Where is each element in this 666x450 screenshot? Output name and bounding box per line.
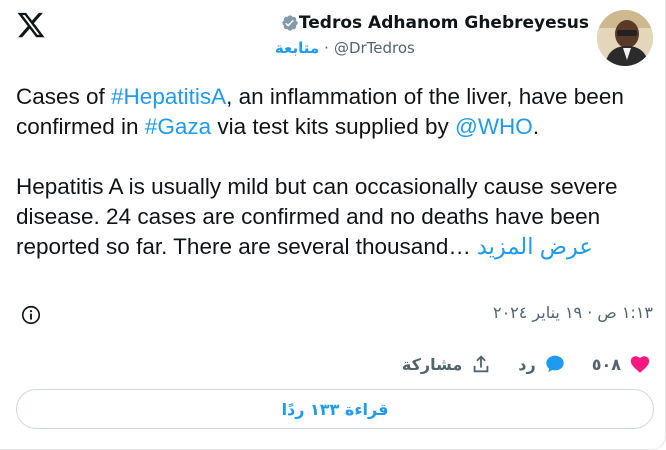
show-more-link[interactable]: عرض المزيد xyxy=(477,234,593,259)
author-info: Tedros Adhanom Ghebreyesus @DrTedros · م… xyxy=(275,10,589,57)
heart-icon xyxy=(630,356,650,373)
tweet-actions: ٥٠٨ رد مشاركة xyxy=(376,350,651,378)
author-display-name[interactable]: Tedros Adhanom Ghebreyesus xyxy=(299,13,589,33)
tweet-card: Tedros Adhanom Ghebreyesus @DrTedros · م… xyxy=(0,0,666,450)
tweet-header: Tedros Adhanom Ghebreyesus @DrTedros · م… xyxy=(275,10,653,68)
tweet-timestamp[interactable]: ١:١٣ ص · ١٩ يناير ٢٠٢٤ xyxy=(493,303,653,322)
tweet-text: Cases of #HepatitisA, an inflammation of… xyxy=(16,82,656,262)
reply-label: رد xyxy=(518,354,536,374)
read-replies-button[interactable]: قراءة ١٣٣ ردًا xyxy=(16,389,654,429)
avatar[interactable] xyxy=(597,10,653,66)
x-logo-icon[interactable] xyxy=(16,10,46,40)
hashtag-hepatitisa-link[interactable]: #HepatitisA xyxy=(111,84,226,109)
meta-separator: · xyxy=(324,39,329,57)
like-button[interactable]: ٥٠٨ xyxy=(592,353,651,375)
reply-button[interactable]: رد xyxy=(518,353,565,375)
hashtag-gaza-link[interactable]: #Gaza xyxy=(145,114,211,139)
speech-bubble-icon xyxy=(545,355,564,373)
like-count: ٥٠٨ xyxy=(591,354,621,374)
tweet-text-segment: . xyxy=(532,114,540,139)
mention-who-link[interactable]: @WHO xyxy=(455,114,533,139)
tweet-paragraph-1: Cases of #HepatitisA, an inflammation of… xyxy=(16,82,656,142)
tweet-text-segment: Cases of xyxy=(16,84,112,109)
share-label: مشاركة xyxy=(401,354,463,374)
follow-button[interactable]: متابعة xyxy=(275,39,319,57)
author-handle[interactable]: @DrTedros xyxy=(334,39,415,57)
tweet-paragraph-2: Hepatitis A is usually mild but can occa… xyxy=(16,172,656,262)
avatar-image xyxy=(597,10,653,66)
share-button[interactable]: مشاركة xyxy=(402,353,492,375)
tweet-text-segment: via test kits supplied by xyxy=(211,114,455,139)
info-icon[interactable] xyxy=(20,304,42,326)
share-icon xyxy=(473,355,489,373)
verified-badge-icon[interactable] xyxy=(281,14,299,32)
